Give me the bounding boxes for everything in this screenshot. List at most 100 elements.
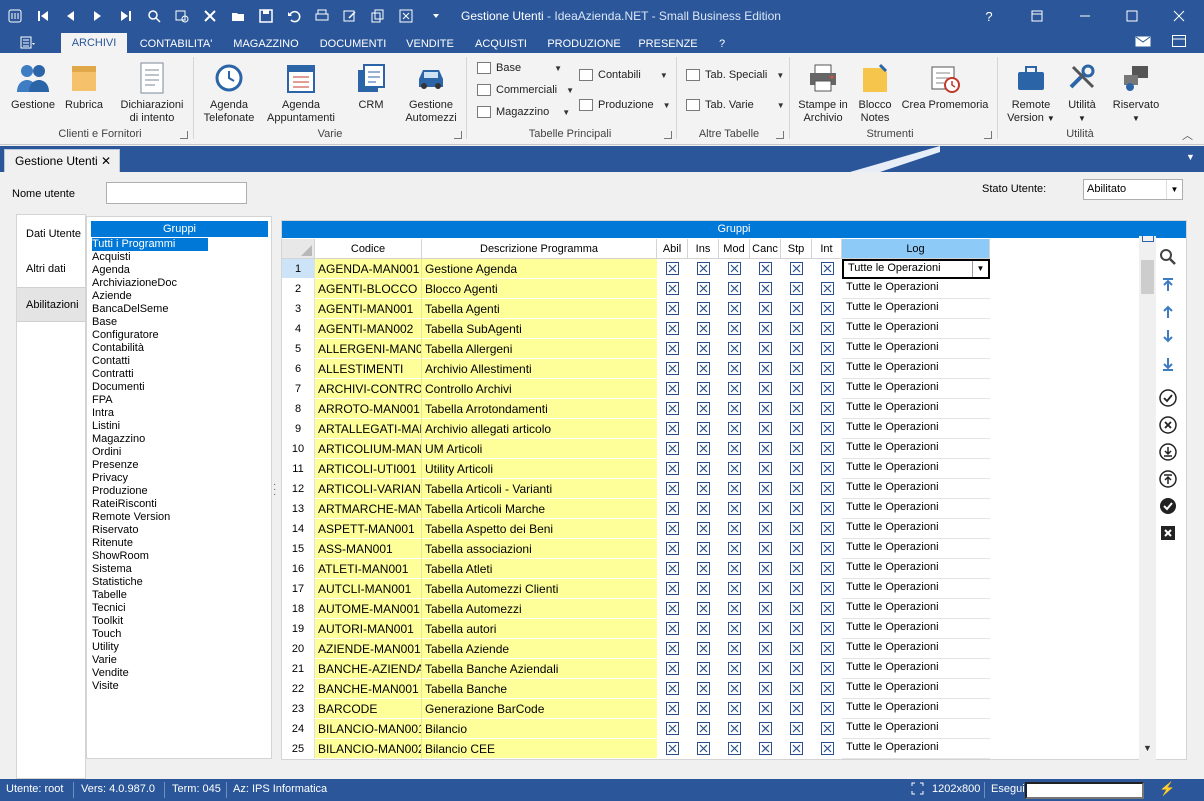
- group-list-item[interactable]: Toolkit: [92, 615, 271, 628]
- checkbox-mod[interactable]: [728, 482, 741, 495]
- tab-abilitazioni[interactable]: Abilitazioni: [17, 287, 85, 322]
- contabili-button[interactable]: Contabili ▼: [579, 66, 668, 84]
- resize-icon[interactable]: [911, 782, 924, 798]
- group-launcher-icon[interactable]: [984, 131, 992, 139]
- nome-utente-input[interactable]: [106, 182, 247, 204]
- table-row[interactable]: 14 ASPETT-MAN001 Tabella Aspetto dei Beni T…: [282, 519, 990, 539]
- tab-list-chevron-icon[interactable]: ▼: [1186, 152, 1195, 162]
- table-row[interactable]: 25 BILANCIO-MAN002 Bilancio CEE Tutte le Op…: [282, 739, 990, 759]
- next-record-icon[interactable]: [87, 0, 109, 32]
- checkbox-int[interactable]: [821, 642, 834, 655]
- checkbox-stp[interactable]: [790, 642, 803, 655]
- row-number[interactable]: 19: [282, 619, 315, 639]
- cell-log[interactable]: Tutte le Operazioni: [842, 379, 990, 399]
- row-number[interactable]: 9: [282, 419, 315, 439]
- table-row[interactable]: 12 ARTICOLI-VARIANTI Tabella Articoli - Va…: [282, 479, 990, 499]
- tab-speciali-button[interactable]: Tab. Speciali ▼: [686, 66, 784, 84]
- search-icon[interactable]: [143, 0, 165, 32]
- table-row[interactable]: 8 ARROTO-MAN001 Tabella Arrotondamenti Tutt…: [282, 399, 990, 419]
- close-button[interactable]: [1160, 0, 1198, 32]
- cell-codice[interactable]: AGENTI-BLOCCO: [315, 279, 422, 299]
- esegui-input[interactable]: [1025, 782, 1144, 799]
- checkbox-abil[interactable]: [666, 382, 679, 395]
- doc-tab-gestione-utenti[interactable]: Gestione Utenti ✕: [4, 149, 120, 172]
- cell-log[interactable]: Tutte le Operazioni: [842, 499, 990, 519]
- open-folder-icon[interactable]: [227, 0, 249, 32]
- cell-log[interactable]: Tutte le Operazioni: [842, 659, 990, 679]
- checkbox-ins[interactable]: [697, 522, 710, 535]
- checkbox-ins[interactable]: [697, 542, 710, 555]
- checkbox-mod[interactable]: [728, 522, 741, 535]
- cell-log[interactable]: Tutte le Operazioni: [842, 579, 990, 599]
- checkbox-int[interactable]: [821, 702, 834, 715]
- checkbox-int[interactable]: [821, 502, 834, 515]
- cell-codice[interactable]: BANCHE-MAN001: [315, 679, 422, 699]
- checkbox-stp[interactable]: [790, 502, 803, 515]
- group-list-item[interactable]: Produzione: [92, 485, 271, 498]
- row-number[interactable]: 4: [282, 319, 315, 339]
- checkbox-canc[interactable]: [759, 482, 772, 495]
- checkbox-ins[interactable]: [697, 642, 710, 655]
- cell-descrizione[interactable]: Utility Articoli: [422, 459, 657, 479]
- checkbox-ins[interactable]: [697, 442, 710, 455]
- table-row[interactable]: 20 AZIENDE-MAN001 Tabella Aziende Tutte le …: [282, 639, 990, 659]
- cell-descrizione[interactable]: Tabella associazioni: [422, 539, 657, 559]
- cell-codice[interactable]: AUTCLI-MAN001: [315, 579, 422, 599]
- checkbox-canc[interactable]: [759, 342, 772, 355]
- checkbox-int[interactable]: [821, 262, 834, 275]
- last-record-icon[interactable]: [115, 0, 137, 32]
- checkbox-abil[interactable]: [666, 582, 679, 595]
- close-doc-icon[interactable]: [395, 0, 417, 32]
- cell-descrizione[interactable]: Bilancio CEE: [422, 739, 657, 759]
- cell-descrizione[interactable]: Tabella Aziende: [422, 639, 657, 659]
- col-int[interactable]: Int: [812, 239, 842, 259]
- tab-dati-utente[interactable]: Dati Utente: [17, 217, 85, 252]
- checkbox-stp[interactable]: [790, 662, 803, 675]
- checkbox-mod[interactable]: [728, 302, 741, 315]
- checkbox-int[interactable]: [821, 342, 834, 355]
- cell-codice[interactable]: ALLERGENI-MAN001: [315, 339, 422, 359]
- customize-dropdown-icon[interactable]: [425, 0, 447, 32]
- stampe-archivio-button[interactable]: Stampe in Archivio: [795, 57, 851, 125]
- group-list-item[interactable]: Remote Version: [92, 511, 271, 524]
- cell-log[interactable]: Tutte le Operazioni: [842, 619, 990, 639]
- checkbox-mod[interactable]: [728, 462, 741, 475]
- group-list-item[interactable]: Tutti i Programmi: [92, 238, 208, 251]
- checkbox-canc[interactable]: [759, 702, 772, 715]
- checkbox-ins[interactable]: [697, 742, 710, 755]
- tab-archivi[interactable]: ARCHIVI: [61, 33, 127, 53]
- table-row[interactable]: 17 AUTCLI-MAN001 Tabella Automezzi Clienti…: [282, 579, 990, 599]
- group-list-item[interactable]: Varie: [92, 654, 271, 667]
- group-list-item[interactable]: Statistiche: [92, 576, 271, 589]
- checkbox-int[interactable]: [821, 622, 834, 635]
- cell-log[interactable]: Tutte le Operazioni: [842, 719, 990, 739]
- crea-promemoria-button[interactable]: Crea Promemoria: [900, 57, 990, 112]
- cell-log[interactable]: Tutte le Operazioni: [842, 539, 990, 559]
- grid-scrollbar[interactable]: [1139, 236, 1156, 760]
- cell-descrizione[interactable]: Controllo Archivi: [422, 379, 657, 399]
- first-record-icon[interactable]: [32, 0, 54, 32]
- checkbox-ins[interactable]: [697, 262, 710, 275]
- checkbox-mod[interactable]: [728, 662, 741, 675]
- checkbox-stp[interactable]: [790, 702, 803, 715]
- cell-descrizione[interactable]: Bilancio: [422, 719, 657, 739]
- group-list-item[interactable]: Ritenute: [92, 537, 271, 550]
- group-list-item[interactable]: Touch: [92, 628, 271, 641]
- table-row[interactable]: 21 BANCHE-AZIENDA Tabella Banche Aziendali…: [282, 659, 990, 679]
- cell-log[interactable]: Tutte le Operazioni: [842, 419, 990, 439]
- checkbox-mod[interactable]: [728, 562, 741, 575]
- table-row[interactable]: 11 ARTICOLI-UTI001 Utility Articoli Tutte l…: [282, 459, 990, 479]
- checkbox-abil[interactable]: [666, 622, 679, 635]
- row-number[interactable]: 20: [282, 639, 315, 659]
- help-button[interactable]: ?: [970, 0, 1008, 32]
- group-list-item[interactable]: Tecnici: [92, 602, 271, 615]
- checkbox-mod[interactable]: [728, 702, 741, 715]
- checkbox-abil[interactable]: [666, 402, 679, 415]
- checkbox-canc[interactable]: [759, 582, 772, 595]
- checkbox-int[interactable]: [821, 422, 834, 435]
- row-number[interactable]: 10: [282, 439, 315, 459]
- checkbox-int[interactable]: [821, 742, 834, 755]
- checkbox-mod[interactable]: [728, 722, 741, 735]
- filter-icon[interactable]: [171, 0, 193, 32]
- checkbox-abil[interactable]: [666, 362, 679, 375]
